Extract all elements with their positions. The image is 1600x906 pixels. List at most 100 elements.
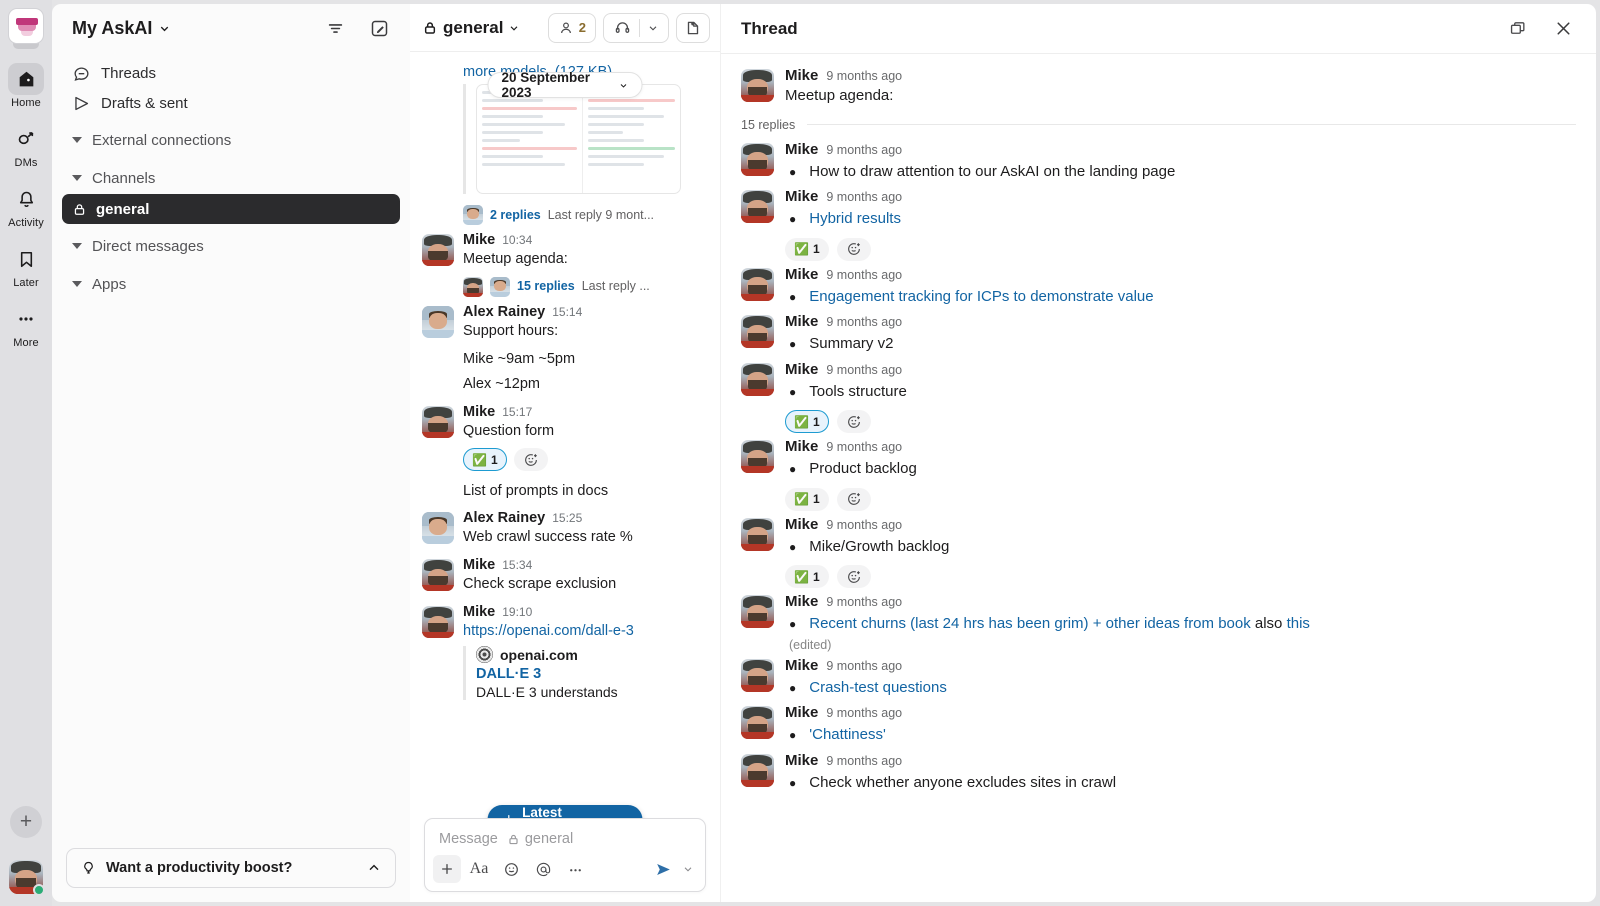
thread-message-link[interactable]: Hybrid results — [809, 208, 901, 231]
thread-reply[interactable]: Mike 9 months ago ● Recent churns (last … — [721, 588, 1596, 652]
plus-icon[interactable] — [433, 855, 461, 883]
thread-message-author[interactable]: Mike — [785, 593, 818, 610]
message-author[interactable]: Mike — [463, 604, 495, 620]
thread-message-author[interactable]: Mike — [785, 188, 818, 205]
filter-icon[interactable] — [320, 13, 350, 43]
rail-item-later[interactable]: Later — [0, 243, 52, 289]
thread-reply[interactable]: Mike 9 months ago ● How to draw attentio… — [721, 136, 1596, 184]
add-reaction-button[interactable] — [836, 565, 871, 588]
message-author[interactable]: Mike — [463, 557, 495, 573]
thread-message-author[interactable]: Mike — [785, 313, 818, 330]
add-canvas-button[interactable] — [676, 12, 710, 43]
date-divider-chip[interactable]: 20 September 2023 — [487, 70, 643, 100]
message-row[interactable]: Mike 19:10 https://openai.com/dall-e-3 — [410, 595, 720, 642]
rail-item-home[interactable]: Home — [0, 63, 52, 109]
message-author[interactable]: Alex Rainey — [463, 510, 545, 526]
reaction-pill[interactable]: ✅ 1 — [785, 237, 829, 261]
message-link[interactable]: https://openai.com/dall-e-3 — [463, 623, 634, 639]
message-row[interactable]: Mike 15:17 Question form ✅ 1 — [410, 392, 720, 472]
add-reaction-button[interactable] — [836, 410, 871, 433]
sidebar-section-external-connections[interactable]: External connections — [62, 124, 400, 156]
thread-reply[interactable]: Mike 9 months ago ● Tools structure ✅ 1 — [721, 356, 1596, 433]
replies-row[interactable]: 2 replies Last reply 9 mont... — [463, 205, 706, 225]
link-preview[interactable]: openai.com DALL·E 3 DALL·E 3 understands — [410, 642, 720, 701]
thread-message-author[interactable]: Mike — [785, 266, 818, 283]
thread-message-author[interactable]: Mike — [785, 438, 818, 455]
channel-message-list[interactable]: 20 September 2023 more models. (127 KB) — [410, 52, 720, 902]
composer-input[interactable]: Message general — [425, 819, 705, 855]
thread-message-link[interactable]: Recent churns (last 24 hrs has been grim… — [809, 615, 1250, 632]
message-author[interactable]: Alex Rainey — [463, 304, 545, 320]
rail-item-dms[interactable]: DMs — [0, 123, 52, 169]
thread-reply[interactable]: Mike 9 months ago ● Mike/Growth backlog … — [721, 511, 1596, 588]
sidebar-section-channels[interactable]: Channels — [62, 162, 400, 194]
rail-item-activity[interactable]: Activity — [0, 183, 52, 229]
new-item-button[interactable]: + — [10, 806, 42, 838]
sidebar-section-direct-messages[interactable]: Direct messages — [62, 230, 400, 262]
members-button[interactable]: 2 — [547, 12, 596, 43]
attachment-block[interactable] — [463, 84, 706, 194]
message-row[interactable]: Alex Rainey 15:14 Support hours: — [410, 297, 720, 342]
thread-message-link[interactable]: Crash-test questions — [809, 677, 947, 700]
message-row[interactable]: Alex Rainey 15:25 Web crawl success rate… — [410, 499, 720, 548]
thread-reply[interactable]: Mike 9 months ago ● Hybrid results ✅ 1 — [721, 183, 1596, 261]
thread-reply[interactable]: Mike 9 months ago ● Summary v2 — [721, 308, 1596, 356]
sidebar-item-general[interactable]: general — [62, 194, 400, 224]
message-author[interactable]: Mike — [463, 404, 495, 420]
formatting-icon[interactable]: Aa — [465, 855, 493, 883]
replies-count[interactable]: 15 replies — [517, 279, 575, 293]
workspace-logo-button[interactable] — [8, 8, 44, 44]
reaction-pill[interactable]: ✅ 1 — [463, 448, 507, 472]
thread-reply[interactable]: Mike 9 months ago ● Product backlog ✅ 1 — [721, 433, 1596, 511]
split-view-icon[interactable] — [1502, 14, 1532, 44]
thread-reply[interactable]: Mike 9 months ago ● Engagement tracking … — [721, 261, 1596, 309]
link-preview-site[interactable]: openai.com — [476, 646, 706, 664]
send-icon[interactable] — [649, 855, 677, 883]
thread-message-author[interactable]: Mike — [785, 752, 818, 769]
thread-message-author[interactable]: Mike — [785, 361, 818, 378]
more-icon[interactable] — [561, 855, 589, 883]
attachment-thread-replies[interactable]: 2 replies Last reply 9 mont... — [410, 194, 720, 225]
thread-message-author[interactable]: Mike — [785, 516, 818, 533]
mention-icon[interactable] — [529, 855, 557, 883]
attachment-thumbnail[interactable] — [476, 84, 681, 194]
thread-message-author[interactable]: Mike — [785, 704, 818, 721]
add-reaction-button[interactable] — [836, 487, 871, 511]
rail-item-more[interactable]: More — [0, 303, 52, 349]
sidebar-section-apps[interactable]: Apps — [62, 268, 400, 300]
add-reaction-button[interactable] — [513, 448, 548, 472]
user-avatar-button[interactable] — [9, 860, 45, 896]
productivity-boost-banner[interactable]: Want a productivity boost? — [66, 848, 396, 888]
compose-icon[interactable] — [364, 13, 394, 43]
sidebar-item-drafts-sent[interactable]: Drafts & sent — [62, 88, 400, 118]
link-preview-title[interactable]: DALL·E 3 — [476, 666, 706, 682]
workspace-switcher[interactable]: My AskAI — [72, 18, 171, 39]
emoji-icon[interactable] — [497, 855, 525, 883]
thread-reply[interactable]: Mike 9 months ago ● Crash-test questions — [721, 652, 1596, 700]
thread-message-author[interactable]: Mike — [785, 141, 818, 158]
send-options-icon[interactable] — [679, 855, 697, 883]
thread-message-link[interactable]: Engagement tracking for ICPs to demonstr… — [809, 286, 1153, 309]
replies-row[interactable]: 15 replies Last reply ... — [463, 275, 706, 298]
thread-message-link[interactable]: 'Chattiness' — [809, 724, 886, 747]
reaction-pill[interactable]: ✅ 1 — [785, 565, 829, 588]
thread-message-author[interactable]: Mike — [785, 67, 818, 84]
thread-reply[interactable]: Mike 9 months ago ● 'Chattiness' — [721, 699, 1596, 747]
add-reaction-button[interactable] — [836, 237, 871, 261]
reaction-pill[interactable]: ✅ 1 — [785, 410, 829, 433]
thread-message-link-this[interactable]: this — [1287, 615, 1310, 632]
sidebar-item-threads[interactable]: Threads — [62, 58, 400, 88]
chevron-down-icon[interactable] — [647, 22, 659, 34]
thread-message-author[interactable]: Mike — [785, 657, 818, 674]
channel-title-button[interactable]: general — [422, 18, 520, 38]
message-row[interactable]: Mike 10:34 Meetup agenda: 15 replies Las… — [410, 225, 720, 298]
replies-count[interactable]: 2 replies — [490, 208, 541, 222]
message-composer[interactable]: Message general Aa — [424, 818, 706, 892]
thread-reply[interactable]: Mike 9 months ago ● Check whether anyone… — [721, 747, 1596, 795]
thread-root-message[interactable]: Mike 9 months ago Meetup agenda: — [721, 62, 1596, 108]
thread-message-list[interactable]: Mike 9 months ago Meetup agenda: 15 repl… — [721, 54, 1596, 902]
close-icon[interactable] — [1548, 14, 1578, 44]
message-author[interactable]: Mike — [463, 232, 495, 248]
message-row[interactable]: Mike 15:34 Check scrape exclusion — [410, 548, 720, 595]
reaction-pill[interactable]: ✅ 1 — [785, 487, 829, 511]
